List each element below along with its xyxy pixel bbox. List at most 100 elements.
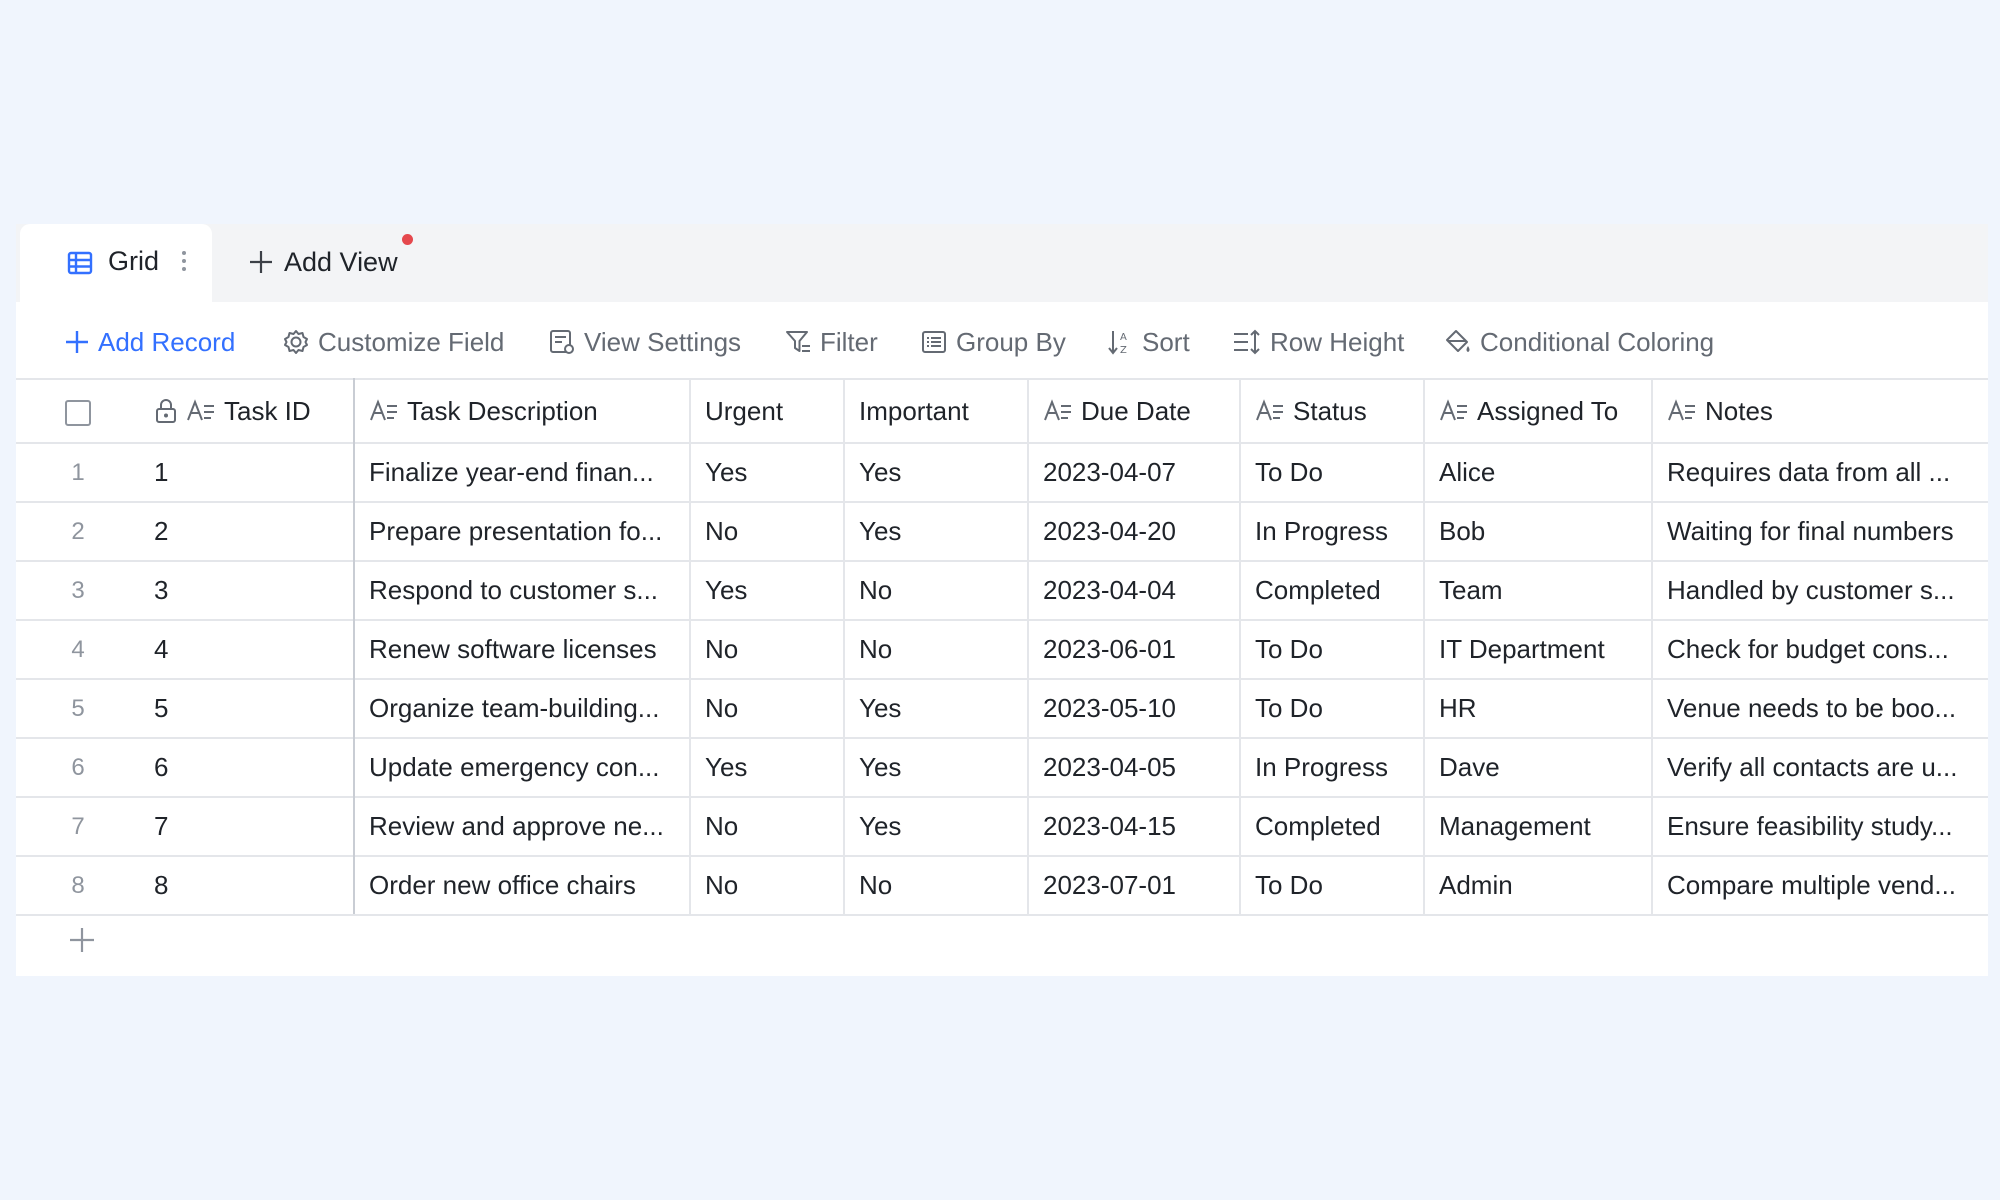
- cell-urgent[interactable]: No: [689, 678, 844, 738]
- cell-assigned-to[interactable]: IT Department: [1423, 619, 1652, 679]
- cell-assigned-to[interactable]: Dave: [1423, 737, 1652, 797]
- cell-task-description[interactable]: Review and approve ne...: [353, 796, 690, 856]
- table-row[interactable]: 1 1 Finalize year-end finan... Yes Yes 2…: [16, 442, 1988, 502]
- cell-task-description[interactable]: Renew software licenses: [353, 619, 690, 679]
- cell-status[interactable]: In Progress: [1239, 737, 1424, 797]
- conditional-coloring-button[interactable]: Conditional Coloring: [1444, 322, 1714, 362]
- cell-task-id[interactable]: 3: [140, 560, 355, 620]
- cell-urgent[interactable]: No: [689, 619, 844, 679]
- cell-assigned-to[interactable]: Admin: [1423, 855, 1652, 916]
- row-height-button[interactable]: Row Height: [1232, 322, 1404, 362]
- cell-task-id[interactable]: 4: [140, 619, 355, 679]
- cell-task-description[interactable]: Organize team-building...: [353, 678, 690, 738]
- column-header-task-id[interactable]: Task ID: [140, 378, 355, 443]
- cell-urgent[interactable]: No: [689, 796, 844, 856]
- more-vertical-icon[interactable]: [178, 246, 190, 276]
- table-row[interactable]: 2 2 Prepare presentation fo... No Yes 20…: [16, 501, 1988, 561]
- column-header-label: Due Date: [1081, 395, 1191, 426]
- cell-task-description[interactable]: Order new office chairs: [353, 855, 690, 916]
- cell-notes[interactable]: Verify all contacts are u...: [1651, 737, 1988, 797]
- cell-task-description[interactable]: Prepare presentation fo...: [353, 501, 690, 561]
- cell-assigned-to[interactable]: HR: [1423, 678, 1652, 738]
- view-settings-button[interactable]: View Settings: [548, 322, 741, 362]
- conditional-coloring-label: Conditional Coloring: [1480, 326, 1715, 357]
- cell-task-description[interactable]: Finalize year-end finan...: [353, 442, 690, 502]
- customize-field-button[interactable]: Customize Field: [282, 322, 504, 362]
- add-record-button[interactable]: Add Record: [64, 322, 235, 362]
- cell-status[interactable]: To Do: [1239, 619, 1424, 679]
- sort-label: Sort: [1142, 326, 1190, 357]
- add-row-button[interactable]: [66, 924, 98, 956]
- cell-important[interactable]: Yes: [843, 501, 1028, 561]
- cell-due-date[interactable]: 2023-05-10: [1027, 678, 1240, 738]
- cell-important[interactable]: No: [843, 560, 1028, 620]
- cell-assigned-to[interactable]: Bob: [1423, 501, 1652, 561]
- cell-task-id[interactable]: 1: [140, 442, 355, 502]
- cell-task-id[interactable]: 8: [140, 855, 355, 916]
- cell-task-id[interactable]: 5: [140, 678, 355, 738]
- text-field-icon: [1440, 399, 1467, 421]
- table-row[interactable]: 5 5 Organize team-building... No Yes 202…: [16, 678, 1988, 738]
- column-header-task-description[interactable]: Task Description: [353, 378, 690, 443]
- cell-due-date[interactable]: 2023-04-20: [1027, 501, 1240, 561]
- cell-important[interactable]: Yes: [843, 678, 1028, 738]
- cell-task-description[interactable]: Update emergency con...: [353, 737, 690, 797]
- row-index: 5: [16, 678, 140, 738]
- column-header-assigned-to[interactable]: Assigned To: [1423, 378, 1652, 443]
- column-header-important[interactable]: Important: [843, 378, 1028, 443]
- cell-task-description[interactable]: Respond to customer s...: [353, 560, 690, 620]
- column-header-status[interactable]: Status: [1239, 378, 1424, 443]
- table-row[interactable]: 3 3 Respond to customer s... Yes No 2023…: [16, 560, 1988, 620]
- cell-status[interactable]: Completed: [1239, 796, 1424, 856]
- table-row[interactable]: 8 8 Order new office chairs No No 2023-0…: [16, 855, 1988, 916]
- cell-status[interactable]: To Do: [1239, 442, 1424, 502]
- cell-notes[interactable]: Ensure feasibility study...: [1651, 796, 1988, 856]
- cell-urgent[interactable]: Yes: [689, 737, 844, 797]
- cell-due-date[interactable]: 2023-04-05: [1027, 737, 1240, 797]
- tab-grid[interactable]: Grid: [20, 224, 212, 302]
- cell-due-date[interactable]: 2023-04-15: [1027, 796, 1240, 856]
- cell-task-id[interactable]: 6: [140, 737, 355, 797]
- cell-notes[interactable]: Handled by customer s...: [1651, 560, 1988, 620]
- cell-due-date[interactable]: 2023-06-01: [1027, 619, 1240, 679]
- cell-important[interactable]: No: [843, 619, 1028, 679]
- cell-notes[interactable]: Requires data from all ...: [1651, 442, 1988, 502]
- cell-urgent[interactable]: Yes: [689, 560, 844, 620]
- cell-status[interactable]: Completed: [1239, 560, 1424, 620]
- cell-notes[interactable]: Waiting for final numbers: [1651, 501, 1988, 561]
- column-header-notes[interactable]: Notes: [1651, 378, 1988, 443]
- cell-assigned-to[interactable]: Alice: [1423, 442, 1652, 502]
- cell-urgent[interactable]: No: [689, 855, 844, 916]
- select-all-checkbox[interactable]: [65, 399, 91, 426]
- table-row[interactable]: 4 4 Renew software licenses No No 2023-0…: [16, 619, 1988, 679]
- cell-task-id[interactable]: 2: [140, 501, 355, 561]
- customize-field-label: Customize Field: [318, 326, 505, 357]
- column-header-urgent[interactable]: Urgent: [689, 378, 844, 443]
- cell-notes[interactable]: Compare multiple vend...: [1651, 855, 1988, 916]
- cell-status[interactable]: To Do: [1239, 678, 1424, 738]
- cell-urgent[interactable]: Yes: [689, 442, 844, 502]
- table-row[interactable]: 6 6 Update emergency con... Yes Yes 2023…: [16, 737, 1988, 797]
- cell-important[interactable]: No: [843, 855, 1028, 916]
- cell-urgent[interactable]: No: [689, 501, 844, 561]
- cell-due-date[interactable]: 2023-04-04: [1027, 560, 1240, 620]
- filter-button[interactable]: Filter: [784, 322, 878, 362]
- cell-important[interactable]: Yes: [843, 737, 1028, 797]
- cell-notes[interactable]: Venue needs to be boo...: [1651, 678, 1988, 738]
- cell-task-id[interactable]: 7: [140, 796, 355, 856]
- select-all-cell[interactable]: [16, 378, 140, 443]
- table-row[interactable]: 7 7 Review and approve ne... No Yes 2023…: [16, 796, 1988, 856]
- cell-due-date[interactable]: 2023-04-07: [1027, 442, 1240, 502]
- cell-assigned-to[interactable]: Team: [1423, 560, 1652, 620]
- cell-important[interactable]: Yes: [843, 442, 1028, 502]
- cell-status[interactable]: To Do: [1239, 855, 1424, 916]
- cell-due-date[interactable]: 2023-07-01: [1027, 855, 1240, 916]
- cell-status[interactable]: In Progress: [1239, 501, 1424, 561]
- cell-important[interactable]: Yes: [843, 796, 1028, 856]
- add-view-button[interactable]: Add View: [248, 242, 398, 282]
- column-header-due-date[interactable]: Due Date: [1027, 378, 1240, 443]
- sort-button[interactable]: A Z Sort: [1106, 322, 1190, 362]
- cell-notes[interactable]: Check for budget cons...: [1651, 619, 1988, 679]
- group-by-button[interactable]: Group By: [920, 322, 1066, 362]
- cell-assigned-to[interactable]: Management: [1423, 796, 1652, 856]
